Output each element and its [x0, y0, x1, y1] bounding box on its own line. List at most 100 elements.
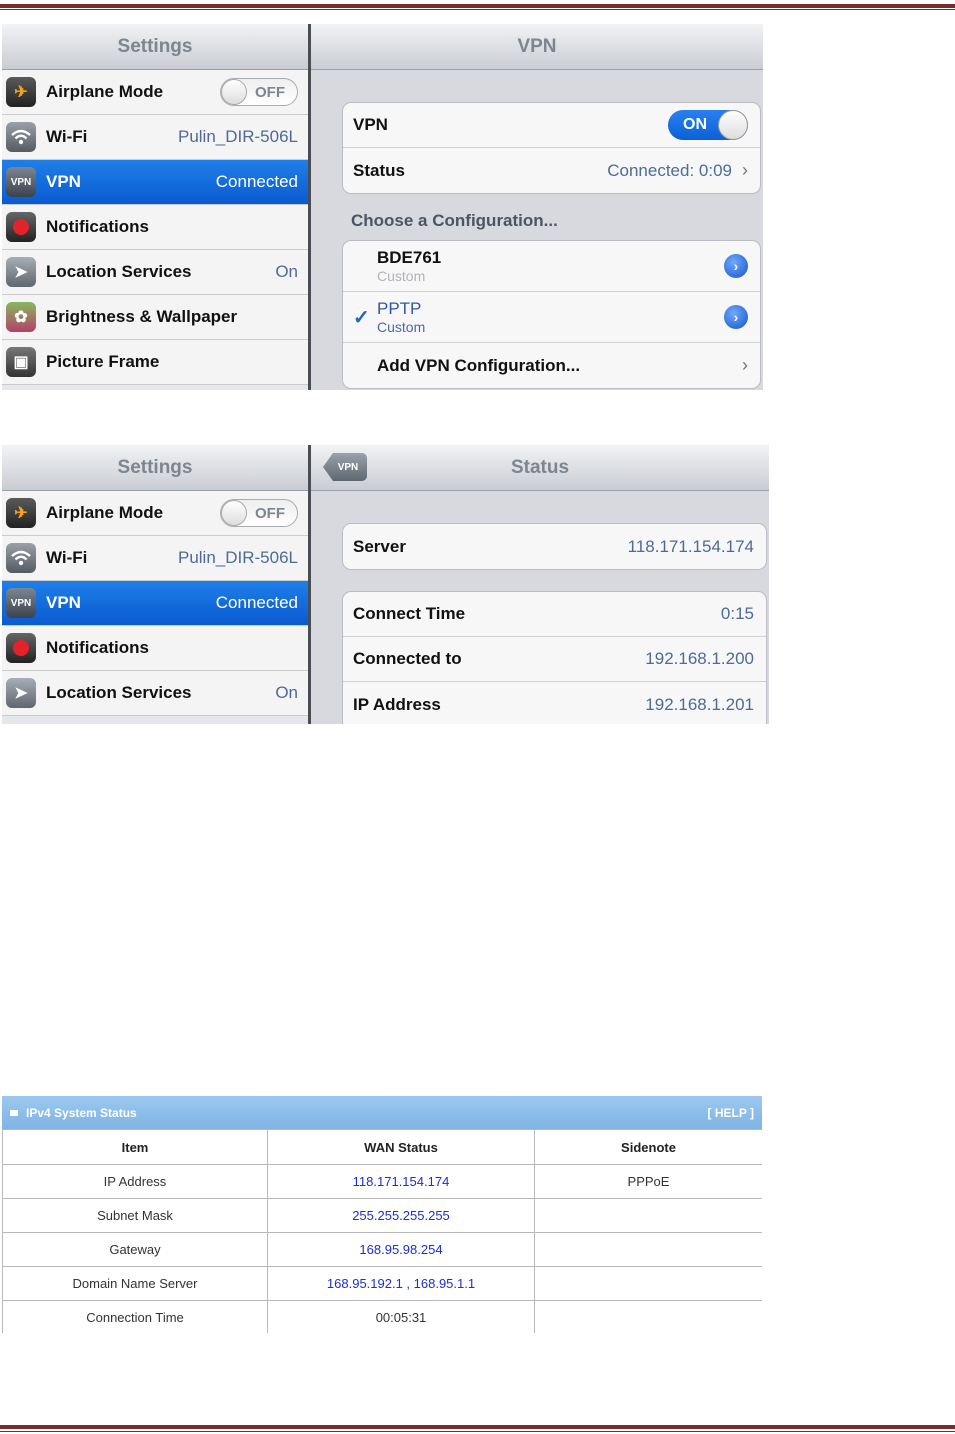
- server-group: Server 118.171.154.174: [342, 523, 767, 570]
- table-cell: 168.95.98.254: [267, 1232, 535, 1267]
- row-value: 192.168.1.201: [645, 694, 754, 714]
- config-name: BDE761: [377, 248, 442, 267]
- vpn-status-value: Connected: [215, 172, 298, 191]
- connect-time-row: Connect Time 0:15: [343, 592, 766, 637]
- sidebar-item-wifi[interactable]: Wi-Fi Pulin_DIR-506L: [2, 536, 308, 581]
- wifi-network-value: Pulin_DIR-506L: [177, 127, 298, 146]
- column-header: Sidenote: [534, 1129, 762, 1165]
- back-button[interactable]: VPN: [323, 453, 367, 481]
- sidebar-item-location-services[interactable]: ➤ Location Services On: [2, 671, 308, 716]
- config-type: Custom: [377, 268, 426, 284]
- sidebar-item-label: Notifications: [46, 217, 149, 236]
- chevron-right-icon: ›: [742, 160, 748, 180]
- row-value: 192.168.1.200: [645, 649, 754, 668]
- vpn-status-value: Connected: [215, 593, 298, 612]
- table-cell: [534, 1266, 762, 1301]
- sidebar-item-brightness-wallpaper[interactable]: ✿ Brightness & Wallpaper: [2, 295, 308, 340]
- sidebar-title: Settings: [117, 456, 193, 478]
- vpn-status-row[interactable]: Status Connected: 0:09 ›: [343, 148, 760, 193]
- detail-title-bar: VPN Status: [311, 445, 769, 491]
- table-cell: 168.95.192.1 , 168.95.1.1: [267, 1266, 535, 1301]
- panel-title-text: IPv4 System Status: [26, 1105, 137, 1120]
- toggle-knob: [221, 79, 247, 105]
- panel-title: IPv4 System Status: [10, 1106, 137, 1120]
- wifi-network-value: Pulin_DIR-506L: [177, 548, 298, 567]
- detail-title-bar: VPN: [311, 24, 763, 70]
- table-cell: 255.255.255.255: [267, 1198, 535, 1233]
- toggle-knob: [718, 110, 748, 140]
- location-services-value: On: [275, 262, 298, 281]
- server-value: 118.171.154.174: [627, 536, 754, 556]
- help-link[interactable]: [ HELP ]: [708, 1106, 754, 1120]
- config-type: Custom: [377, 319, 426, 335]
- sidebar-item-location-services[interactable]: ➤ Location Services On: [2, 250, 308, 295]
- detail-disclosure-icon[interactable]: ›: [724, 254, 748, 278]
- config-names: BDE761 Custom: [377, 248, 724, 284]
- wifi-icon: [6, 122, 36, 152]
- sidebar-item-airplane-mode[interactable]: ✈ Airplane Mode OFF: [2, 70, 308, 115]
- sidebar-title-bar: Settings: [2, 24, 308, 70]
- status-value: Connected: 0:09: [607, 160, 732, 180]
- toggle-state: ON: [683, 116, 707, 133]
- sidebar-title: Settings: [117, 35, 193, 57]
- table-cell: [534, 1300, 762, 1333]
- table-cell: PPPoE: [534, 1164, 762, 1199]
- table-cell: [534, 1232, 762, 1267]
- config-item-bde761[interactable]: BDE761 Custom ›: [343, 241, 760, 292]
- checkmark-icon: ✓: [353, 306, 370, 329]
- footer-rule-thin: [0, 1431, 955, 1432]
- table-row: Connection Time 00:05:31: [2, 1300, 762, 1333]
- row-label: Connect Time: [353, 604, 466, 623]
- sidebar-item-vpn[interactable]: VPN VPN Connected: [2, 581, 308, 626]
- sidebar-title-bar: Settings: [2, 445, 308, 491]
- sidebar-item-picture-frame[interactable]: ▣ Picture Frame: [2, 340, 308, 385]
- sidebar-item-airplane-mode[interactable]: ✈ Airplane Mode OFF: [2, 491, 308, 536]
- sidebar-item-notifications[interactable]: Notifications: [2, 205, 308, 250]
- sidebar-item-label: VPN: [46, 172, 81, 191]
- sidebar-item-label: Airplane Mode: [46, 503, 164, 522]
- header-rule-thin: [0, 9, 955, 10]
- table-row: Gateway 168.95.98.254: [2, 1232, 762, 1267]
- vpn-toggle[interactable]: ON: [668, 110, 748, 140]
- sidebar-item-wifi[interactable]: Wi-Fi Pulin_DIR-506L: [2, 115, 308, 160]
- table-cell: IP Address: [2, 1164, 268, 1199]
- toggle-state: OFF: [255, 84, 285, 101]
- table-row: Subnet Mask 255.255.255.255: [2, 1198, 762, 1233]
- table-cell: Subnet Mask: [2, 1198, 268, 1233]
- row-value: 0:15: [720, 604, 754, 623]
- ipv4-status-header: IPv4 System Status [ HELP ]: [2, 1096, 762, 1129]
- airplane-mode-toggle[interactable]: OFF: [220, 499, 298, 527]
- row-label: Connected to: [353, 649, 462, 668]
- notifications-icon: [6, 633, 36, 663]
- sidebar-item-vpn[interactable]: VPN VPN Connected: [2, 160, 308, 205]
- airplane-mode-toggle[interactable]: OFF: [220, 78, 298, 106]
- add-vpn-configuration-label: Add VPN Configuration...: [377, 355, 581, 375]
- column-header: WAN Status: [267, 1129, 535, 1165]
- wifi-icon: [6, 543, 36, 573]
- configuration-list: BDE761 Custom › ✓ PPTP Custom › Add VPN …: [342, 240, 761, 389]
- airplane-icon: ✈: [6, 77, 36, 107]
- location-services-value: On: [275, 683, 298, 702]
- config-name: PPTP: [377, 299, 422, 318]
- vpn-detail-pane: VPN VPN ON Status Connected: 0:09 › Choo…: [311, 24, 763, 390]
- sidebar-item-label: Airplane Mode: [46, 82, 164, 101]
- ipv4-status-table: Item WAN Status Sidenote IP Address 118.…: [2, 1129, 762, 1333]
- vpn-group: VPN ON Status Connected: 0:09 ›: [342, 102, 761, 194]
- picture-frame-icon: ▣: [6, 347, 36, 377]
- location-arrow-icon: ➤: [6, 678, 36, 708]
- ipad-vpn-settings-screenshot: Settings ✈ Airplane Mode OFF Wi-Fi Pulin…: [2, 24, 763, 390]
- server-label: Server: [353, 536, 406, 556]
- detail-disclosure-icon[interactable]: ›: [724, 305, 748, 329]
- detail-title: VPN: [517, 35, 557, 57]
- sidebar-item-notifications[interactable]: Notifications: [2, 626, 308, 671]
- wallpaper-flower-icon: ✿: [6, 302, 36, 332]
- settings-sidebar: Settings ✈ Airplane Mode OFF Wi-Fi Pulin…: [2, 24, 311, 390]
- status-label: Status: [353, 160, 405, 180]
- toggle-knob: [221, 500, 247, 526]
- table-cell: [534, 1198, 762, 1233]
- ipv4-system-status-panel: IPv4 System Status [ HELP ] Item WAN Sta…: [2, 1096, 762, 1333]
- add-vpn-configuration-row[interactable]: Add VPN Configuration... ›: [343, 343, 760, 388]
- sidebar-item-label: VPN: [46, 593, 81, 612]
- config-item-pptp[interactable]: ✓ PPTP Custom ›: [343, 292, 760, 343]
- server-row: Server 118.171.154.174: [343, 524, 766, 569]
